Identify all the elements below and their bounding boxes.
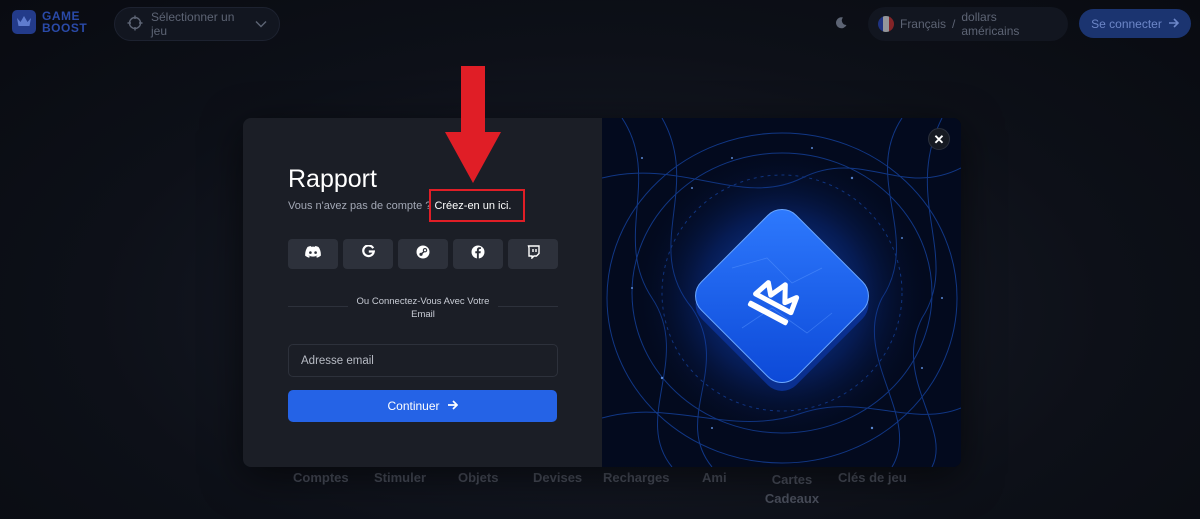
- category-item[interactable]: Stimuler: [374, 470, 426, 485]
- login-button[interactable]: Se connecter: [1079, 9, 1191, 38]
- facebook-icon: [471, 245, 485, 264]
- continue-label: Continuer: [387, 399, 440, 413]
- france-flag-icon: [878, 16, 894, 32]
- email-input[interactable]: [288, 344, 558, 377]
- social-login-buttons: [288, 239, 558, 269]
- divider-line-left: [288, 306, 348, 307]
- crosshair-icon: [127, 15, 143, 34]
- crown-artwork-image: [602, 118, 961, 467]
- moon-icon[interactable]: [834, 16, 848, 35]
- discord-icon: [305, 245, 321, 263]
- login-label: Se connecter: [1091, 16, 1162, 31]
- login-modal: Rapport Vous n'avez pas de compte ? Crée…: [243, 118, 961, 467]
- steam-icon: [416, 245, 430, 264]
- or-divider: Ou Connectez-Vous Avec Votre Email: [288, 295, 558, 329]
- game-select-label: Sélectionner un jeu: [151, 10, 235, 38]
- arrow-right-icon: [447, 399, 458, 413]
- facebook-login-button[interactable]: [453, 239, 503, 269]
- continue-button[interactable]: Continuer: [288, 390, 557, 422]
- separator: /: [952, 17, 956, 31]
- twitch-icon: [527, 244, 540, 264]
- google-icon: [361, 244, 375, 263]
- category-nav: Comptes Stimuler Objets Devises Recharge…: [0, 468, 1200, 518]
- category-item[interactable]: Clés de jeu: [838, 470, 907, 485]
- logo[interactable]: GAME BOOST: [12, 10, 87, 34]
- category-item[interactable]: Comptes: [293, 470, 349, 485]
- close-modal-button[interactable]: ✕: [928, 128, 950, 150]
- top-navigation-bar: GAME BOOST Sélectionner un jeu Français …: [0, 0, 1200, 48]
- game-select-dropdown[interactable]: Sélectionner un jeu: [114, 7, 280, 41]
- currency-label: dollars américains: [961, 10, 1020, 38]
- logo-text-line2: BOOST: [42, 21, 88, 35]
- steam-login-button[interactable]: [398, 239, 448, 269]
- language-currency-selector[interactable]: Français / dollars américains: [868, 7, 1068, 41]
- annotation-arrow-icon: [445, 66, 501, 183]
- divider-text: Ou Connectez-Vous Avec Votre Email: [356, 296, 490, 320]
- category-item[interactable]: Recharges: [603, 470, 669, 485]
- modal-title: Rapport: [288, 165, 377, 193]
- login-form-panel: Rapport Vous n'avez pas de compte ? Crée…: [243, 118, 602, 467]
- category-item[interactable]: Cartes Cadeaux: [762, 470, 822, 508]
- promo-artwork-panel: ✕: [602, 118, 961, 467]
- annotation-highlight-box: [429, 189, 525, 222]
- discord-login-button[interactable]: [288, 239, 338, 269]
- google-login-button[interactable]: [343, 239, 393, 269]
- crown-logo-icon: [12, 10, 36, 34]
- category-item[interactable]: Ami: [702, 470, 727, 485]
- category-item[interactable]: Objets: [458, 470, 498, 485]
- category-item[interactable]: Devises: [533, 470, 582, 485]
- language-label: Français: [899, 17, 946, 31]
- divider-line-right: [498, 306, 558, 307]
- twitch-login-button[interactable]: [508, 239, 558, 269]
- chevron-down-icon: [255, 17, 267, 31]
- arrow-right-icon: [1168, 17, 1179, 31]
- signup-prompt-text: Vous n'avez pas de compte ?: [288, 200, 432, 212]
- close-icon: ✕: [933, 131, 945, 147]
